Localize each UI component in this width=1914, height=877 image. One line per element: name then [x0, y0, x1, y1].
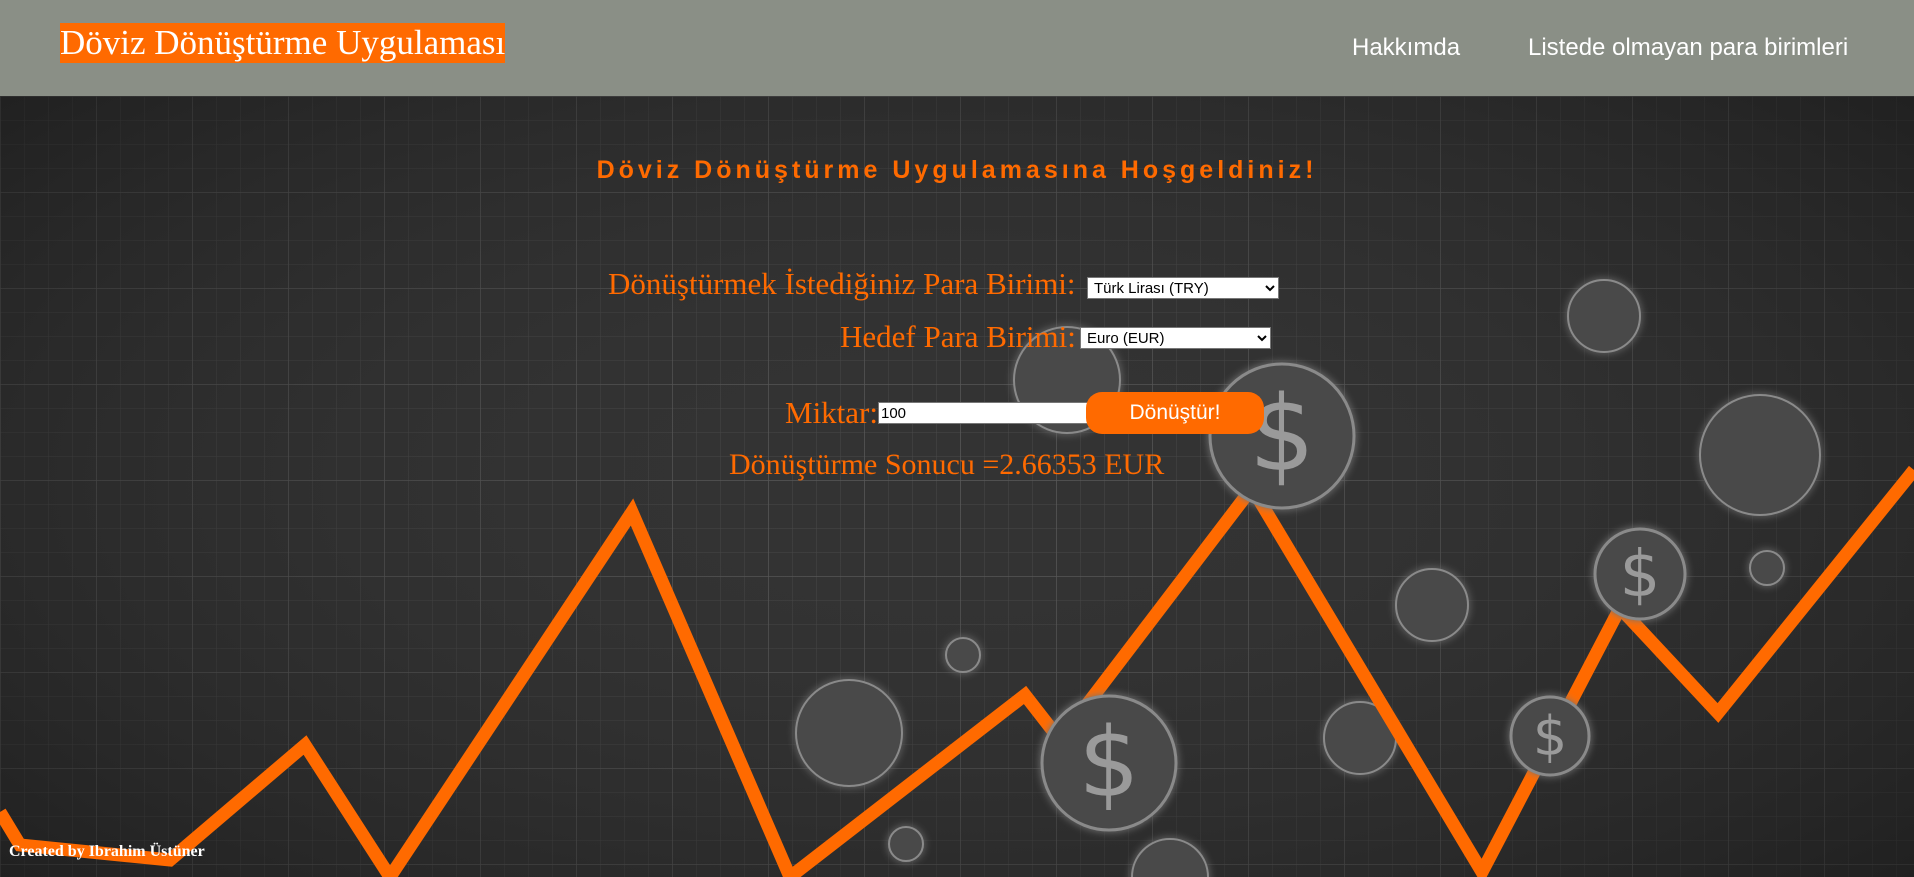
background-illustration: $ $ $ $ — [0, 0, 1914, 877]
dollar-coin-icon: $ — [1208, 362, 1356, 510]
amount-input[interactable] — [878, 402, 1092, 424]
svg-text:$: $ — [1249, 373, 1315, 495]
dollar-coin-icon: $ — [1509, 695, 1591, 777]
svg-text:$: $ — [1533, 705, 1567, 768]
dollar-coin-icon: $ — [1593, 527, 1687, 621]
svg-text:$: $ — [1078, 707, 1139, 819]
source-currency-label: Dönüştürmek İstediğiniz Para Birimi: — [608, 266, 1076, 301]
amount-label: Miktar: — [785, 395, 878, 430]
target-currency-select[interactable]: Euro (EUR) — [1080, 327, 1271, 349]
brand-title[interactable]: Döviz Dönüştürme Uygulaması — [60, 23, 506, 63]
target-currency-label: Hedef Para Birimi: — [840, 319, 1076, 354]
svg-text:$: $ — [1620, 538, 1661, 612]
nav-link-hakkimda[interactable]: Hakkımda — [1352, 30, 1460, 66]
convert-button[interactable]: Dönüştür! — [1086, 392, 1264, 434]
source-currency-select[interactable]: Türk Lirası (TRY) — [1087, 277, 1279, 299]
welcome-heading: Döviz Dönüştürme Uygulamasına Hoşgeldini… — [596, 156, 1318, 184]
navbar: Döviz Dönüştürme Uygulaması Hakkımda Lis… — [0, 0, 1914, 96]
conversion-result: Dönüştürme Sonucu =2.66353 EUR — [729, 448, 1165, 481]
footer-credit: Created by Ibrahim Üstüner — [9, 843, 205, 860]
dollar-coin-icon: $ — [1040, 694, 1178, 832]
nav-link-other-currencies[interactable]: Listede olmayan para birimleri — [1528, 30, 1848, 66]
